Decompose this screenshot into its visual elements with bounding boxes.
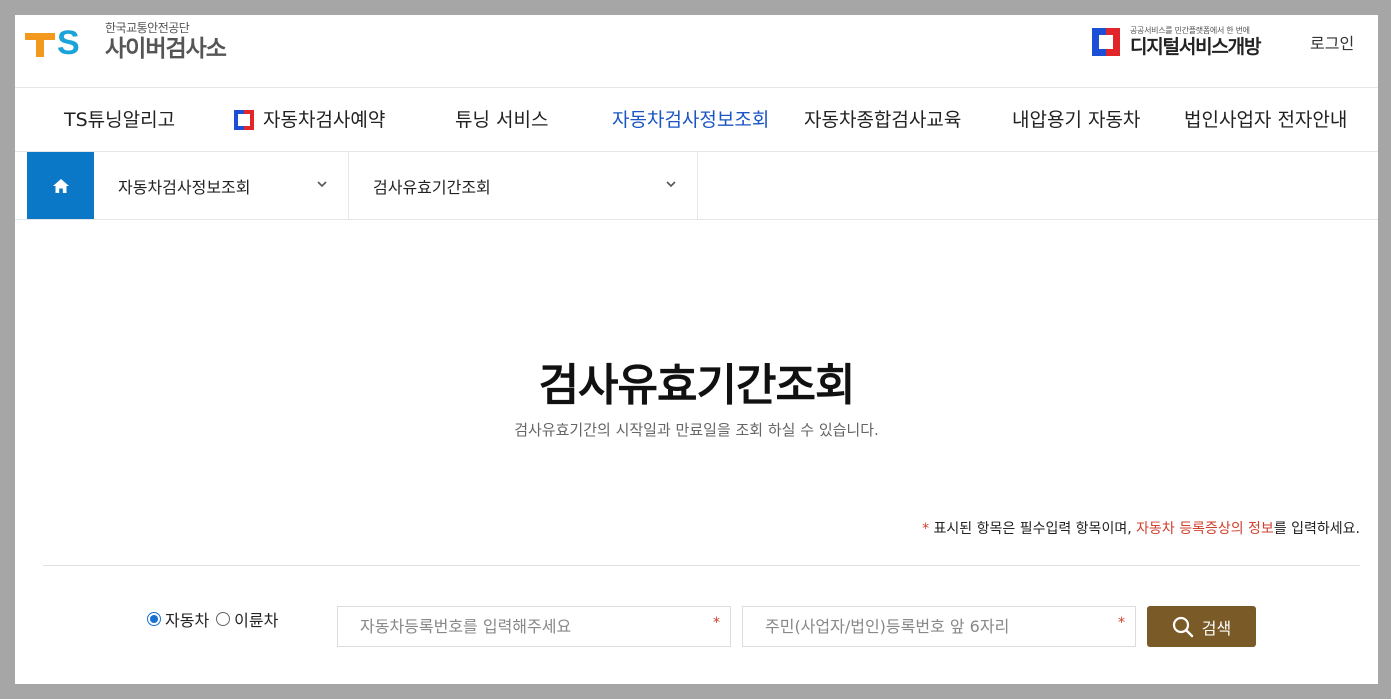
site-header: S 한국교통안전공단 사이버검사소 공공서비스를 민간플랫폼에서 한 번에 디지… — [15, 15, 1378, 88]
nav-item-inspection-booking[interactable]: 자동차검사예약 — [234, 88, 385, 152]
nav-item-corporate-notice[interactable]: 법인사업자 전자안내 — [1184, 88, 1347, 152]
radio-car[interactable]: 자동차 — [147, 607, 209, 631]
chevron-down-icon — [666, 181, 676, 188]
ts-logo-icon: S — [25, 24, 91, 60]
page-title: 검사유효기간조회 — [538, 360, 856, 411]
main-nav: TS튜닝알리고 자동차검사예약 튜닝 서비스 자동차검사정보조회 자동차종합검사… — [15, 88, 1378, 152]
digital-service-title: 디지털서비스개방 — [1130, 36, 1261, 58]
search-button[interactable]: 검색 — [1147, 606, 1256, 647]
org-name: 한국교통안전공단 — [105, 21, 190, 35]
notice-text-1: 표시된 항목은 필수입력 항목이며, — [929, 521, 1137, 537]
search-button-label: 검색 — [1201, 618, 1232, 638]
nav-item-label: TS튜닝알리고 — [64, 109, 176, 131]
plate-number-input[interactable] — [338, 607, 730, 646]
breadcrumb-depth2-select[interactable]: 검사유효기간조회 — [349, 152, 698, 219]
nav-item-inspection-info[interactable]: 자동차검사정보조회 — [612, 88, 769, 152]
nav-item-label: 내압용기 자동차 — [1012, 109, 1141, 131]
nav-item-tuning-service[interactable]: 튜닝 서비스 — [455, 88, 548, 152]
page-description: 검사유효기간의 시작일과 만료일을 조회 하실 수 있습니다. — [514, 421, 879, 439]
chevron-down-icon — [317, 181, 327, 188]
radio-motorcycle-control[interactable] — [216, 612, 231, 626]
nav-item-pressure-vessel[interactable]: 내압용기 자동차 — [1012, 88, 1140, 152]
registration-number-input[interactable] — [743, 607, 1135, 646]
radio-car-control[interactable] — [147, 612, 161, 626]
nav-item-label: 자동차검사예약 — [263, 109, 386, 131]
digital-service-logo[interactable]: 공공서비스를 민간플랫폼에서 한 번에 디지털서비스개방 — [1092, 25, 1261, 58]
notice-text-2: 를 입력하세요. — [1273, 521, 1360, 537]
digital-service-icon — [234, 110, 254, 130]
breadcrumb: 자동차검사정보조회 검사유효기간조회 — [15, 152, 1378, 220]
breadcrumb-depth2-label: 검사유효기간조회 — [373, 177, 491, 197]
nav-item-label: 자동차검사정보조회 — [612, 109, 770, 131]
nav-item-inspection-education[interactable]: 자동차종합검사교육 — [804, 88, 961, 152]
digital-service-icon — [1092, 26, 1124, 58]
vehicle-type-group: 자동차 이륜차 — [147, 607, 278, 631]
radio-motorcycle-label: 이륜차 — [234, 611, 279, 630]
radio-car-label: 자동차 — [165, 611, 210, 630]
login-link[interactable]: 로그인 — [1310, 30, 1354, 54]
site-logo[interactable]: S 한국교통안전공단 사이버검사소 — [25, 17, 227, 67]
required-mark: * — [713, 615, 720, 631]
digital-service-subtitle: 공공서비스를 민간플랫폼에서 한 번에 — [1130, 26, 1250, 35]
divider — [43, 565, 1360, 566]
required-mark: * — [1118, 615, 1125, 631]
nav-item-tuning-notice[interactable]: TS튜닝알리고 — [64, 88, 175, 152]
breadcrumb-depth1-label: 자동차검사정보조회 — [118, 177, 251, 197]
registration-number-field: * — [742, 606, 1136, 647]
home-icon — [52, 178, 69, 193]
plate-number-field: * — [337, 606, 731, 647]
breadcrumb-depth1-select[interactable]: 자동차검사정보조회 — [94, 152, 349, 219]
page: S 한국교통안전공단 사이버검사소 공공서비스를 민간플랫폼에서 한 번에 디지… — [15, 15, 1378, 684]
search-icon — [1172, 616, 1193, 637]
nav-item-label: 자동차종합검사교육 — [804, 109, 962, 131]
home-button[interactable] — [27, 152, 94, 219]
nav-item-label: 법인사업자 전자안내 — [1184, 109, 1348, 131]
site-name: 사이버검사소 — [105, 36, 227, 62]
notice-highlight: 자동차 등록증상의 정보 — [1136, 521, 1274, 537]
radio-motorcycle[interactable]: 이륜차 — [216, 607, 278, 631]
required-notice: * 표시된 항목은 필수입력 항목이며, 자동차 등록증상의 정보를 입력하세요… — [922, 518, 1360, 538]
nav-item-label: 튜닝 서비스 — [455, 109, 549, 131]
